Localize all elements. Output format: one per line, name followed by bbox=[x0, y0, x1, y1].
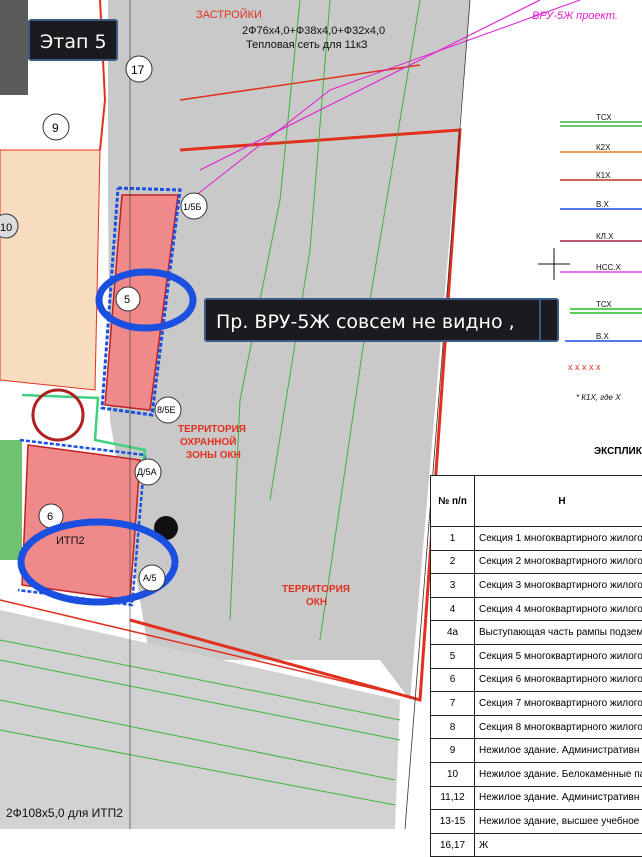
table-row: 10Нежилое здание. Белокаменные па bbox=[431, 762, 642, 786]
row-desc: Выступающая часть рампы подзем bbox=[475, 621, 642, 645]
tag-d-5a: Д/5А bbox=[137, 467, 157, 477]
table-row: 5Секция 5 многоквартирного жилого bbox=[431, 644, 642, 668]
territory-label-b2: ОКН bbox=[306, 597, 327, 608]
row-num: 4а bbox=[431, 621, 475, 645]
header-num: № п/п bbox=[431, 476, 475, 527]
comment-annotation: Пр. ВРУ-5Ж совсем не видно , bbox=[204, 298, 559, 342]
row-desc: Нежилое здание, высшее учебное з bbox=[475, 810, 642, 834]
table-row: 13-15Нежилое здание, высшее учебное з bbox=[431, 810, 642, 834]
tag-1-5b: 1/5Б bbox=[183, 202, 202, 212]
table-row: 16,17Ж bbox=[431, 833, 642, 857]
pipe-bottom-label: 2Ф108х5,0 для ИТП2 bbox=[6, 806, 123, 820]
row-num: 5 bbox=[431, 644, 475, 668]
table-row: 3Секция 3 многоквартирного жилого bbox=[431, 574, 642, 598]
tag-a-5: А/5 bbox=[143, 573, 157, 583]
legend-line-1: К2Х bbox=[596, 143, 611, 152]
green-zone bbox=[0, 440, 22, 560]
block-9-label: 9 bbox=[52, 121, 59, 135]
territory-label-3: ЗОНЫ ОКН bbox=[186, 450, 241, 461]
row-desc: Секция 7 многоквартирного жилого bbox=[475, 692, 642, 716]
block-6-label: 6 bbox=[47, 511, 53, 523]
table-row: 9Нежилое здание. Административн bbox=[431, 739, 642, 763]
table-row: 4Секция 4 многоквартирного жилого bbox=[431, 597, 642, 621]
table-header-row: № п/п Н bbox=[431, 476, 642, 527]
row-num: 4 bbox=[431, 597, 475, 621]
block-17-label: 17 bbox=[131, 63, 145, 77]
territory-label-2: ОХРАННОЙ bbox=[180, 435, 237, 448]
row-num: 16,17 bbox=[431, 833, 475, 857]
territory-label-1: ТЕРРИТОРИЯ bbox=[178, 424, 246, 435]
table-row: 6Секция 6 многоквартирного жилого bbox=[431, 668, 642, 692]
explication-table: № п/п Н 1Секция 1 многоквартирного жилог… bbox=[430, 475, 642, 857]
territory-label-b1: ТЕРРИТОРИЯ bbox=[282, 584, 350, 595]
legend-line-3: В.Х bbox=[596, 200, 610, 209]
zastroyki-label: ЗАСТРОЙКИ bbox=[196, 8, 262, 21]
row-num: 11,12 bbox=[431, 786, 475, 810]
explication-title: ЭКСПЛИК bbox=[594, 446, 642, 457]
row-num: 7 bbox=[431, 692, 475, 716]
legend-lines: ТСХ К2Х К1Х В.Х КЛ.Х НСС.Х ТСХ В.Х x x x… bbox=[560, 113, 642, 402]
block-10-label: 10 bbox=[0, 222, 12, 234]
table-row: 1Секция 1 многоквартирного жилого bbox=[431, 527, 642, 551]
row-num: 10 bbox=[431, 762, 475, 786]
row-num: 6 bbox=[431, 668, 475, 692]
legend-line-2: К1Х bbox=[596, 171, 611, 180]
dark-building bbox=[0, 0, 28, 95]
legend-line-6: ТСХ bbox=[596, 300, 612, 309]
legend-line-4: КЛ.Х bbox=[596, 232, 614, 241]
row-desc: Секция 2 многоквартирного жилого bbox=[475, 550, 642, 574]
row-num: 13-15 bbox=[431, 810, 475, 834]
heat-network-label: Тепловая сеть для 11кЗ bbox=[246, 39, 368, 51]
table-row: 2Секция 2 многоквартирного жилого bbox=[431, 550, 642, 574]
comment-text: Пр. ВРУ-5Ж совсем не видно , bbox=[216, 311, 515, 333]
tag-8-5e: 8/5Е bbox=[157, 405, 176, 415]
row-num: 9 bbox=[431, 739, 475, 763]
row-desc: Секция 3 многоквартирного жилого bbox=[475, 574, 642, 598]
legend-line-7: В.Х bbox=[596, 332, 610, 341]
table-row: 11,12Нежилое здание. Административн bbox=[431, 786, 642, 810]
row-desc: Нежилое здание. Административн bbox=[475, 786, 642, 810]
row-num: 2 bbox=[431, 550, 475, 574]
row-desc: Секция 5 многоквартирного жилого bbox=[475, 644, 642, 668]
table-row: 8Секция 8 многоквартирного жилого bbox=[431, 715, 642, 739]
row-desc: Секция 1 многоквартирного жилого bbox=[475, 527, 642, 551]
table-row: 4аВыступающая часть рампы подзем bbox=[431, 621, 642, 645]
table-row: 7Секция 7 многоквартирного жилого bbox=[431, 692, 642, 716]
stage-label: Этап 5 bbox=[28, 19, 118, 61]
header-name: Н bbox=[475, 476, 642, 527]
itp-label: ИТП2 bbox=[56, 535, 85, 547]
row-num: 1 bbox=[431, 527, 475, 551]
row-desc: Ж bbox=[475, 833, 642, 857]
legend-note: * К1Х, где Х bbox=[576, 393, 621, 402]
row-desc: Секция 4 многоквартирного жилого bbox=[475, 597, 642, 621]
row-num: 8 bbox=[431, 715, 475, 739]
row-num: 3 bbox=[431, 574, 475, 598]
row-desc: Секция 6 многоквартирного жилого bbox=[475, 668, 642, 692]
legend-line-5: НСС.Х bbox=[596, 263, 622, 272]
row-desc: Нежилое здание. Белокаменные па bbox=[475, 762, 642, 786]
vru-project-label: ВРУ-5Ж проект. bbox=[532, 10, 618, 22]
row-desc: Секция 8 многоквартирного жилого bbox=[475, 715, 642, 739]
pipe-top-label: 2Ф76х4,0+Ф38х4,0+Ф32х4,0 bbox=[242, 25, 385, 37]
legend-line-0: ТСХ bbox=[596, 113, 612, 122]
comment-caret bbox=[539, 300, 555, 340]
block-5-label: 5 bbox=[124, 294, 130, 306]
beige-building bbox=[0, 150, 100, 390]
row-desc: Нежилое здание. Административн bbox=[475, 739, 642, 763]
legend-x-marks: x x x x x bbox=[568, 362, 601, 372]
